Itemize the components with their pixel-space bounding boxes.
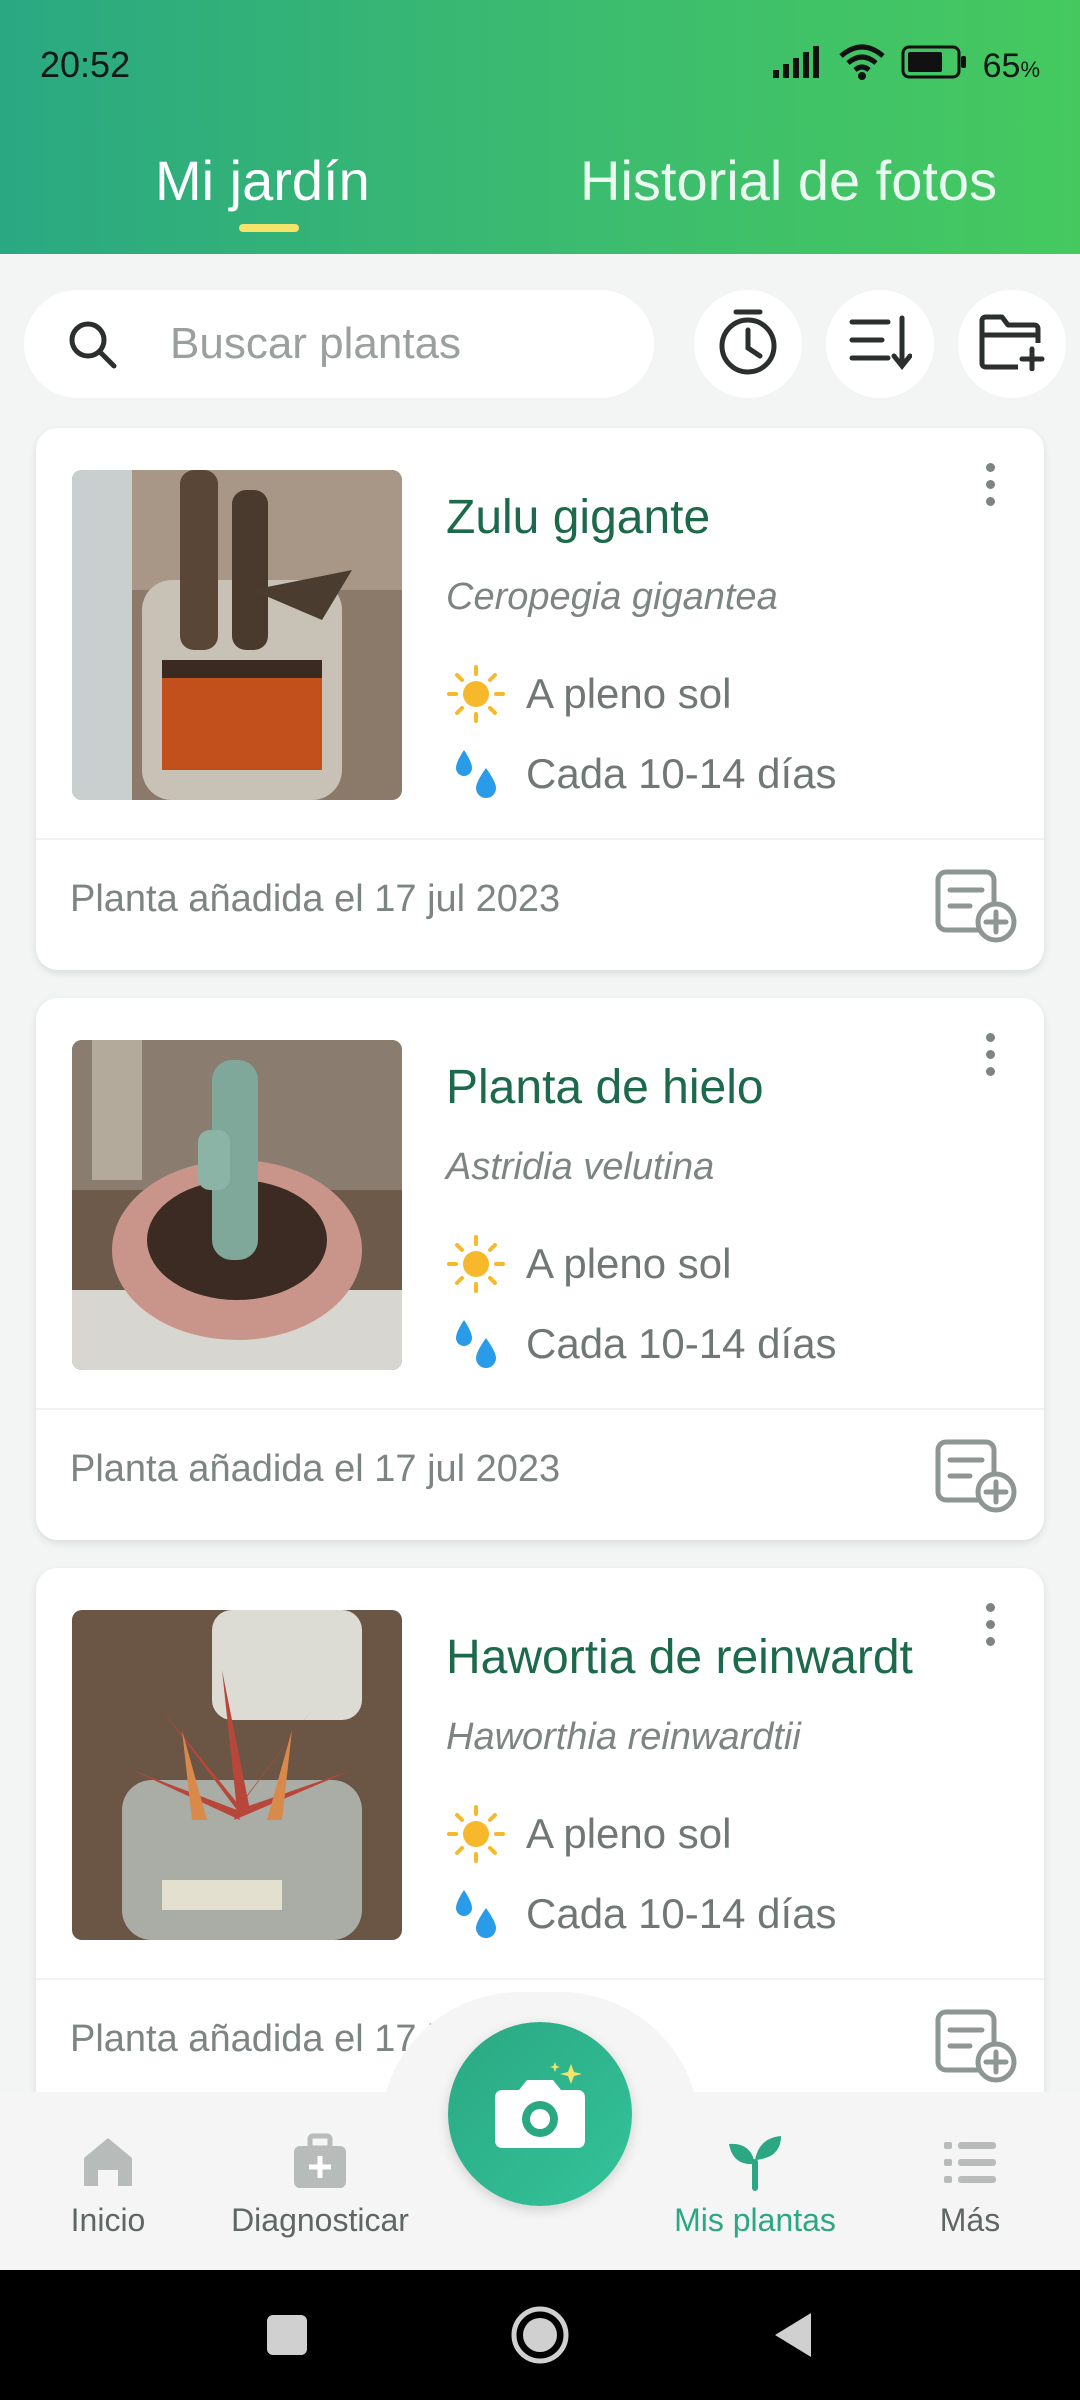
added-date: Planta añadida el 17 jul 2023 — [70, 878, 561, 920]
nav-diagnosticar[interactable]: Diagnosticar — [220, 2092, 420, 2270]
light-label: A pleno sol — [526, 1810, 732, 1857]
light-info: A pleno sol — [446, 1234, 732, 1294]
more-options-icon[interactable] — [970, 1024, 1010, 1084]
tab-bar: Mi jardín Historial de fotos — [0, 130, 1080, 254]
sort-button[interactable] — [826, 290, 934, 398]
back-icon[interactable] — [758, 2300, 828, 2370]
tab-mi-jardin[interactable]: Mi jardín — [155, 130, 370, 230]
sun-icon — [446, 1234, 506, 1294]
water-drops-icon — [446, 1884, 506, 1944]
sprout-icon — [723, 2130, 787, 2194]
add-folder-button[interactable] — [958, 290, 1066, 398]
status-icons: 65% — [772, 44, 1040, 89]
water-drops-icon — [446, 1314, 506, 1374]
light-info: A pleno sol — [446, 664, 732, 724]
nav-label: Más — [939, 2201, 1001, 2238]
water-info: Cada 10-14 días — [446, 744, 837, 804]
plant-name: Zulu gigante — [446, 491, 711, 544]
sun-icon — [446, 664, 506, 724]
active-tab-indicator — [239, 224, 299, 232]
search-bar[interactable] — [24, 290, 654, 398]
list-icon — [938, 2130, 1002, 2194]
water-label: Cada 10-14 días — [526, 1320, 837, 1367]
nav-mis-plantas[interactable]: Mis plantas — [660, 2092, 850, 2270]
system-navigation-bar — [0, 2270, 1080, 2400]
sun-icon — [446, 1804, 506, 1864]
plant-photo[interactable] — [72, 1040, 402, 1370]
added-date: Planta añadida el 17 ju — [70, 2018, 457, 2060]
light-info: A pleno sol — [446, 1804, 732, 1864]
plant-name: Planta de hielo — [446, 1061, 764, 1114]
plant-scientific-name: Astridia velutina — [446, 1146, 715, 1188]
plant-name: Hawortia de reinwardt — [446, 1631, 913, 1684]
plant-card[interactable]: Zulu gigante Ceropegia gigantea A pleno … — [36, 428, 1044, 970]
added-date: Planta añadida el 17 jul 2023 — [70, 1448, 561, 1490]
water-info: Cada 10-14 días — [446, 1884, 837, 1944]
card-divider — [36, 838, 1044, 840]
water-label: Cada 10-14 días — [526, 1890, 837, 1937]
battery-percent: 65 — [982, 47, 1021, 85]
status-bar: 20:52 65% — [0, 0, 1080, 130]
plant-card[interactable]: Planta de hielo Astridia velutina A plen… — [36, 998, 1044, 1540]
nav-mas[interactable]: Más — [920, 2092, 1020, 2270]
plant-scientific-name: Ceropegia gigantea — [446, 576, 778, 618]
light-label: A pleno sol — [526, 670, 732, 717]
recent-apps-icon[interactable] — [252, 2300, 322, 2370]
card-divider — [36, 1408, 1044, 1410]
battery-unit: % — [1020, 57, 1040, 82]
plant-photo[interactable] — [72, 470, 402, 800]
tab-historial-de-fotos[interactable]: Historial de fotos — [580, 130, 997, 230]
camera-icon — [485, 2061, 595, 2167]
home-icon — [76, 2130, 140, 2194]
add-folder-icon — [978, 313, 1046, 376]
more-options-icon[interactable] — [970, 1594, 1010, 1654]
light-label: A pleno sol — [526, 1240, 732, 1287]
header: 20:52 65% Mi jardín Historial de fotos — [0, 0, 1080, 254]
wifi-icon — [838, 44, 885, 89]
nav-label: Inicio — [70, 2201, 146, 2238]
water-label: Cada 10-14 días — [526, 750, 837, 797]
timer-icon — [716, 308, 780, 381]
search-input[interactable] — [168, 318, 642, 370]
water-drops-icon — [446, 744, 506, 804]
nav-label: Diagnosticar — [231, 2201, 409, 2238]
add-note-icon[interactable] — [934, 868, 1018, 944]
more-options-icon[interactable] — [970, 454, 1010, 514]
card-divider — [36, 1978, 1044, 1980]
battery-icon — [901, 45, 967, 88]
add-note-icon[interactable] — [934, 1438, 1018, 1514]
signal-icon — [772, 46, 823, 87]
nav-label: Mis plantas — [674, 2201, 836, 2238]
water-info: Cada 10-14 días — [446, 1314, 837, 1374]
status-time: 20:52 — [40, 44, 131, 85]
home-system-icon[interactable] — [505, 2300, 575, 2370]
search-icon — [64, 316, 120, 372]
plant-scientific-name: Haworthia reinwardtii — [446, 1716, 801, 1758]
reminder-button[interactable] — [694, 290, 802, 398]
medkit-icon — [288, 2130, 352, 2194]
camera-fab-button[interactable] — [448, 2022, 632, 2206]
plant-photo[interactable] — [72, 1610, 402, 1940]
add-note-icon[interactable] — [934, 2008, 1018, 2084]
sort-icon — [848, 314, 913, 375]
nav-inicio[interactable]: Inicio — [58, 2092, 158, 2270]
